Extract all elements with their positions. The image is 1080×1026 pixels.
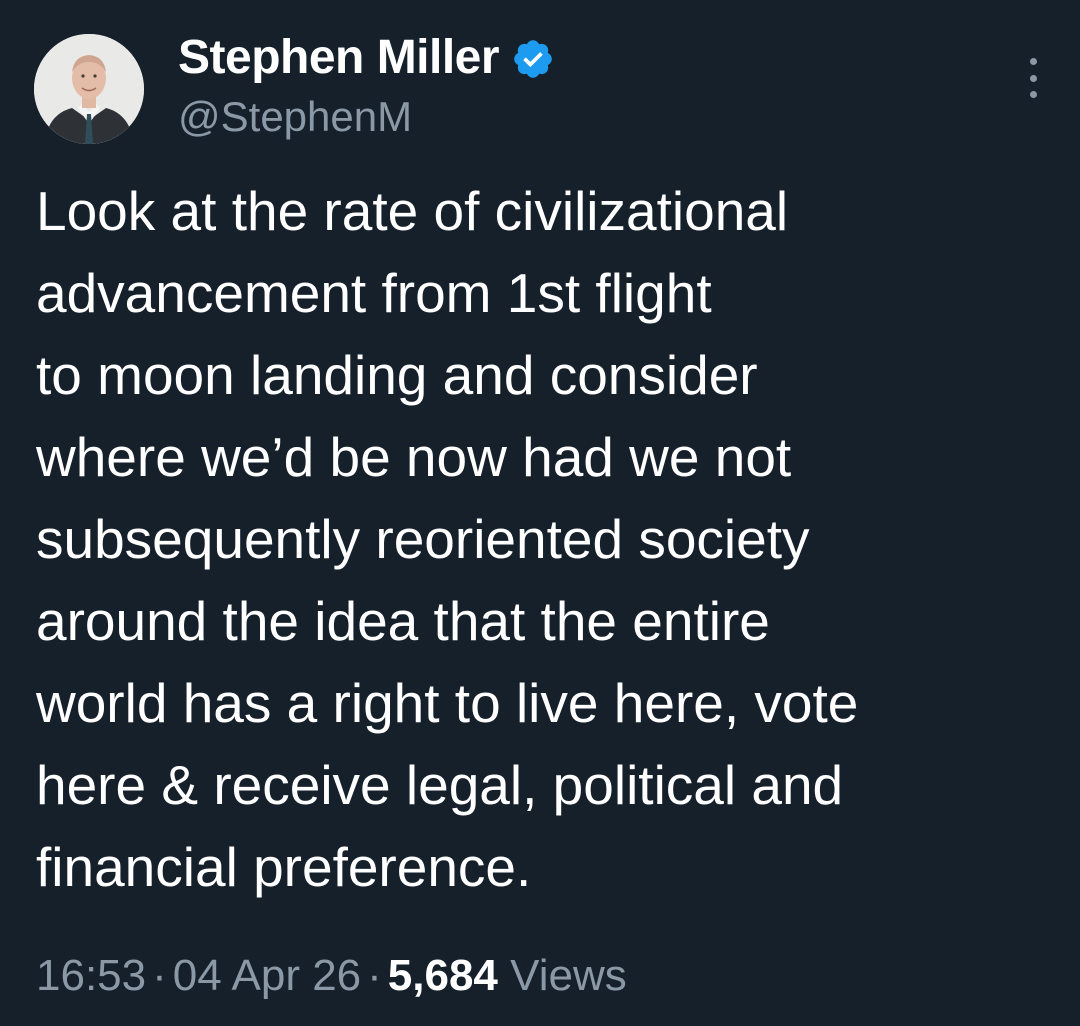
tweet-date[interactable]: 04 Apr 26: [173, 951, 361, 1000]
tweet-text-line: advancement from 1st flight: [36, 262, 712, 324]
views-count[interactable]: 5,684: [388, 951, 498, 1000]
avatar[interactable]: [34, 34, 144, 144]
more-dot: [1029, 58, 1037, 65]
tweet-card: Stephen Miller @StephenM Look at the rat…: [0, 0, 1080, 1026]
tweet-text-line: Look at the rate of civilizational: [36, 180, 789, 242]
tweet-meta: 16:53 · 04 Apr 26 · 5,684 Views: [36, 946, 627, 1006]
tweet-text-line: where we’d be now had we not: [36, 426, 792, 488]
tweet-text-line: to moon landing and consider: [36, 344, 758, 406]
tweet-text-line: financial preference.: [36, 836, 532, 898]
tweet-text-line: around the idea that the entire: [36, 590, 770, 652]
more-dot: [1029, 91, 1037, 98]
tweet-text: Look at the rate of civilizational advan…: [36, 170, 1056, 908]
author-handle[interactable]: @StephenM: [178, 92, 412, 142]
tweet-text-line: here & receive legal, political and: [36, 754, 844, 816]
display-name[interactable]: Stephen Miller: [178, 30, 500, 86]
tweet-time[interactable]: 16:53: [36, 951, 146, 1000]
more-dot: [1029, 74, 1037, 82]
views-label: Views: [510, 951, 627, 1000]
meta-separator: ·: [152, 951, 167, 1000]
more-options-icon[interactable]: [1018, 58, 1048, 98]
meta-separator: ·: [367, 951, 382, 1000]
verified-badge-icon[interactable]: [511, 37, 555, 81]
author-name-row: Stephen Miller: [178, 30, 555, 86]
profile-photo: [34, 34, 144, 144]
tweet-text-line: world has a right to live here, vote: [36, 672, 859, 734]
tweet-text-line: subsequently reoriented society: [36, 508, 810, 570]
